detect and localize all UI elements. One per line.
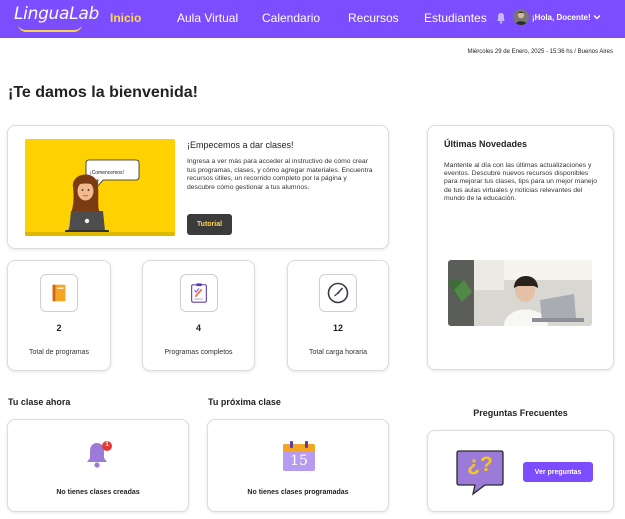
bell-notification-icon: 1 (84, 439, 114, 469)
brand-logo[interactable]: LinguaLab (14, 4, 99, 32)
calendar-day: 15 (290, 453, 308, 469)
news-title: Últimas Novedades (444, 139, 528, 149)
question-glyph: ¿? (467, 453, 493, 476)
teacher-illustration: ¡Comencemos! (25, 139, 175, 236)
next-class-title: Tu próxima clase (208, 397, 281, 407)
notification-bell-icon[interactable] (496, 12, 506, 24)
tutorial-card: ¡Comencemos! ¡Empecemos a dar clases! In… (7, 125, 389, 249)
stat-card-programs: 2 Total de programas (7, 260, 111, 371)
news-description: Mantente al día con las últimas actualiz… (444, 162, 597, 202)
news-card: Últimas Novedades Mantente al día con la… (427, 125, 614, 370)
notification-badge: 1 (105, 442, 109, 448)
stat-label: Total carga horaria (309, 349, 367, 356)
nav-item-aula-virtual[interactable]: Aula Virtual (177, 11, 238, 25)
news-photo (448, 260, 592, 326)
nav-item-recursos[interactable]: Recursos (348, 11, 399, 25)
speech-bubble-text: ¡Comencemos! (90, 170, 124, 176)
top-navbar: LinguaLab Inicio Aula Virtual Calendario… (0, 0, 625, 38)
calendar-icon: 15 (281, 440, 317, 472)
stat-value: 4 (195, 323, 201, 333)
page-title: ¡Te damos la bienvenida! (8, 84, 198, 101)
clock-icon (319, 274, 357, 312)
stat-value: 2 (56, 323, 62, 333)
stat-card-hours: 12 Total carga horaria (287, 260, 389, 371)
question-bubble-icon: ¿? (455, 448, 505, 496)
current-datetime: Miércoles 29 de Enero, 2025 - 15:36 hs /… (467, 49, 613, 55)
faq-title: Preguntas Frecuentes (473, 408, 568, 418)
brand-name: LinguaLab (14, 4, 99, 24)
stat-label: Total de programas (29, 349, 89, 356)
clipboard-check-icon (179, 274, 218, 312)
faq-button[interactable]: Ver preguntas (523, 462, 593, 482)
user-avatar[interactable] (513, 9, 529, 25)
nav-item-inicio[interactable]: Inicio (110, 11, 141, 25)
faq-card: ¿? Ver preguntas (427, 430, 614, 512)
tutorial-title: ¡Empecemos a dar clases! (187, 140, 294, 150)
next-class-empty: No tienes clases programadas (247, 489, 349, 496)
current-class-title: Tu clase ahora (8, 397, 71, 407)
stat-card-completed: 4 Programas completos (142, 260, 255, 371)
nav-item-calendario[interactable]: Calendario (262, 11, 320, 25)
user-greeting[interactable]: ¡Hola, Docente! (532, 13, 591, 22)
book-icon (40, 274, 78, 312)
current-class-card: 1 No tienes clases creadas (7, 419, 189, 512)
stat-label: Programas completos (164, 349, 233, 356)
next-class-card: 15 No tienes clases programadas (207, 419, 389, 512)
nav-item-estudiantes[interactable]: Estudiantes (424, 11, 487, 25)
stat-value: 12 (332, 323, 343, 333)
tutorial-description: Ingresa a ver más para acceder al instru… (187, 158, 373, 191)
chevron-down-icon[interactable] (592, 12, 602, 22)
tutorial-button[interactable]: Tutorial (187, 214, 232, 235)
current-class-empty: No tienes clases creadas (56, 489, 140, 496)
